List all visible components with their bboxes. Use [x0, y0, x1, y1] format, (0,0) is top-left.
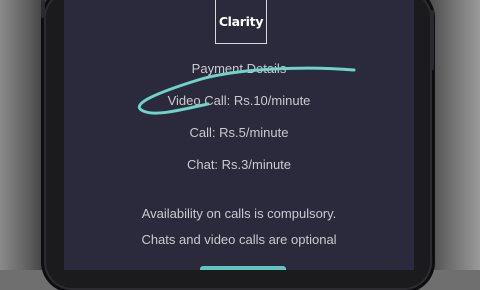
app-screen: Clarity Payment Details Video Call: Rs.1…	[64, 0, 414, 270]
call-rate: Call: Rs.5/minute	[189, 125, 289, 140]
phone-side-button	[41, 0, 45, 18]
app-logo-text: Clarity	[218, 14, 264, 29]
video-call-rate: Video Call: Rs.10/minute	[167, 93, 311, 108]
availability-note: Availability on calls is compulsory.	[141, 206, 337, 221]
chat-rate: Chat: Rs.3/minute	[186, 157, 292, 172]
background-left-blur	[0, 0, 48, 270]
phone-power-button	[430, 10, 434, 70]
app-logo: Clarity	[215, 0, 267, 44]
optional-note: Chats and video calls are optional	[141, 232, 337, 247]
payment-details-heading: Payment Details	[191, 61, 287, 76]
continue-button[interactable]	[200, 266, 286, 270]
